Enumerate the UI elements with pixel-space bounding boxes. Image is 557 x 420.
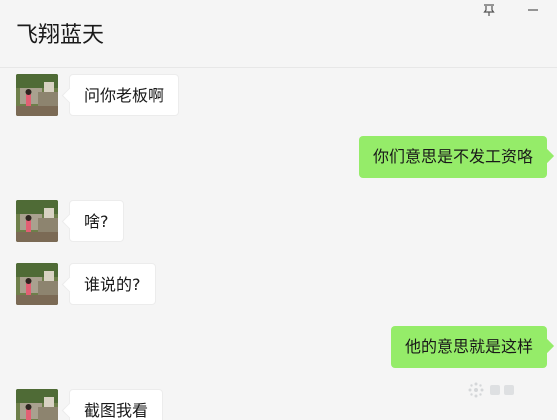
message-bubble[interactable]: 问你老板啊 bbox=[69, 74, 180, 116]
message-bubble[interactable]: 谁说的? bbox=[69, 263, 156, 305]
contact-avatar[interactable] bbox=[16, 389, 58, 420]
chat-window: 飞翔蓝天 问你老板啊 你们意思是不发工资咯 啥? 谁说的? 他的意思就是这样 截… bbox=[0, 0, 557, 420]
contact-avatar[interactable] bbox=[16, 200, 58, 242]
message-bubble[interactable]: 啥? bbox=[69, 200, 124, 242]
minimize-button[interactable] bbox=[514, 0, 552, 20]
message-bubble[interactable]: 你们意思是不发工资咯 bbox=[358, 136, 547, 178]
contact-avatar[interactable] bbox=[16, 263, 58, 305]
message-bubble[interactable]: 截图我看 bbox=[69, 389, 164, 420]
message-bubble[interactable]: 他的意思就是这样 bbox=[390, 326, 547, 368]
pin-icon bbox=[482, 3, 496, 17]
title-bar: 飞翔蓝天 bbox=[0, 0, 557, 68]
chat-title: 飞翔蓝天 bbox=[16, 23, 105, 48]
contact-avatar[interactable] bbox=[16, 74, 58, 116]
pin-button[interactable] bbox=[470, 0, 508, 20]
watermark-logo bbox=[466, 378, 546, 402]
minimize-icon bbox=[527, 4, 539, 16]
message-list[interactable]: 问你老板啊 你们意思是不发工资咯 啥? 谁说的? 他的意思就是这样 截图我看 bbox=[0, 68, 557, 420]
